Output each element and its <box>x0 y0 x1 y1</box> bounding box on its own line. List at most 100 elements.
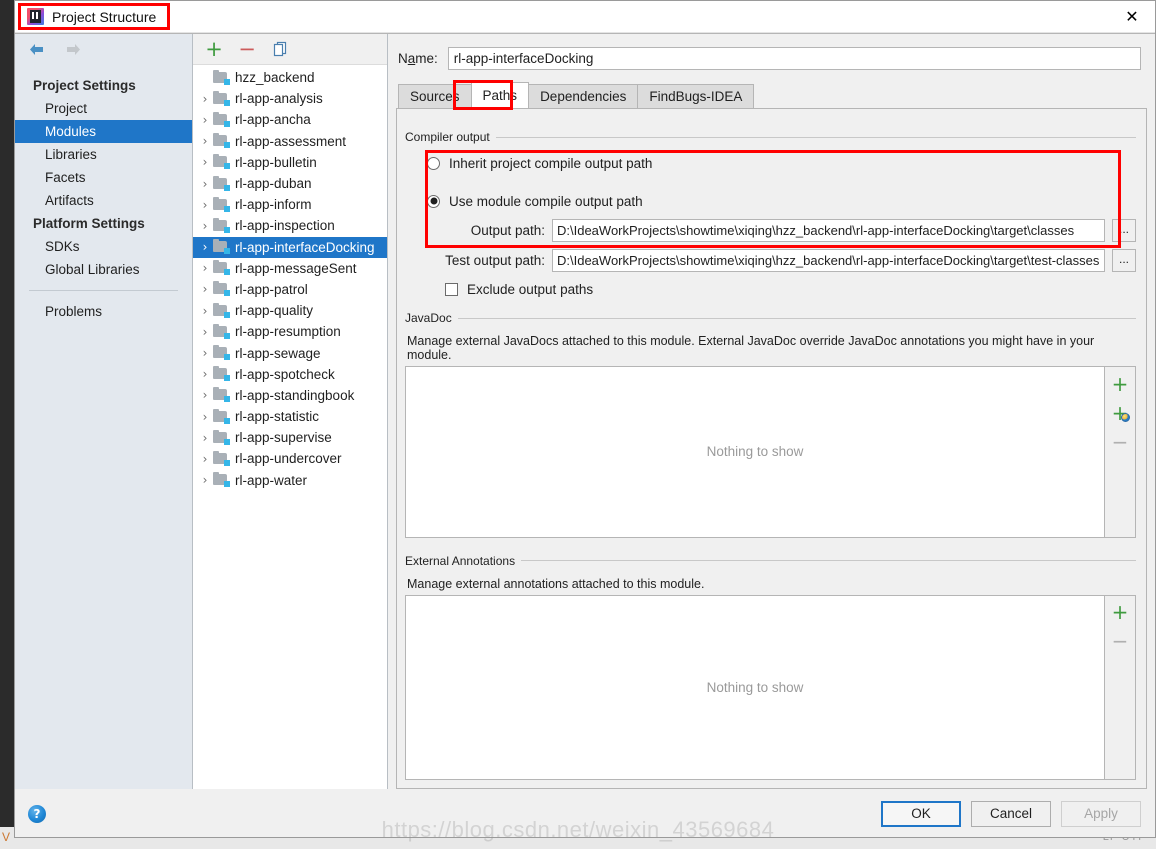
module-list-item[interactable]: ›hzz_backend <box>193 67 387 88</box>
sidebar-item-project[interactable]: Project <box>15 97 192 120</box>
exclude-output-paths-label: Exclude output paths <box>467 282 594 297</box>
test-output-path-input[interactable] <box>552 249 1105 272</box>
javadoc-remove-button: − <box>1111 429 1129 454</box>
modules-list[interactable]: ›hzz_backend›rl-app-analysis›rl-app-anch… <box>193 65 387 789</box>
sidebar-item-libraries[interactable]: Libraries <box>15 143 192 166</box>
chevron-right-icon[interactable]: › <box>197 346 213 360</box>
test-output-path-row: Test output path: ... <box>405 249 1136 272</box>
chevron-right-icon[interactable]: › <box>197 452 213 466</box>
module-name-input[interactable] <box>447 47 1141 70</box>
javadoc-add-url-button[interactable]: + <box>1107 401 1133 424</box>
javadoc-list[interactable]: Nothing to show <box>405 366 1105 538</box>
module-list-item-label: rl-app-assessment <box>235 133 347 149</box>
module-list-item[interactable]: › rl-app-quality <box>193 300 387 321</box>
chevron-right-icon[interactable]: › <box>197 219 213 233</box>
chevron-right-icon[interactable]: › <box>197 92 213 106</box>
module-editor-pane: Name: Sources Paths Dependencies FindBug… <box>388 34 1155 789</box>
ok-button[interactable]: OK <box>881 800 961 827</box>
chevron-right-icon[interactable]: › <box>197 473 213 487</box>
module-name-label: Name: <box>398 51 438 66</box>
output-path-input[interactable] <box>552 219 1105 242</box>
module-list-item-label: rl-app-undercover <box>235 451 342 467</box>
module-list-item[interactable]: › rl-app-sewage <box>193 342 387 363</box>
chevron-right-icon[interactable]: › <box>197 177 213 191</box>
module-folder-icon <box>213 366 230 382</box>
close-icon[interactable]: ✕ <box>1109 1 1155 32</box>
chevron-right-icon[interactable]: › <box>197 240 213 254</box>
module-list-item[interactable]: › rl-app-resumption <box>193 321 387 342</box>
module-list-item[interactable]: › rl-app-undercover <box>193 448 387 469</box>
module-list-item[interactable]: › rl-app-assessment <box>193 131 387 152</box>
chevron-right-icon[interactable]: › <box>197 367 213 381</box>
use-module-output-path-option[interactable]: Use module compile output path <box>427 190 1136 212</box>
sidebar-item-global-libraries[interactable]: Global Libraries <box>15 258 192 281</box>
chevron-right-icon[interactable]: › <box>197 431 213 445</box>
sidebar-item-facets[interactable]: Facets <box>15 166 192 189</box>
tab-paths[interactable]: Paths <box>470 82 530 108</box>
module-list-item[interactable]: › rl-app-standingbook <box>193 385 387 406</box>
module-list-item[interactable]: › rl-app-interfaceDocking <box>193 236 387 258</box>
javadoc-title-text: JavaDoc <box>405 311 452 325</box>
sidebar-divider <box>29 290 178 291</box>
chevron-right-icon[interactable]: › <box>197 155 213 169</box>
chevron-right-icon[interactable]: › <box>197 113 213 127</box>
remove-module-button[interactable]: − <box>236 38 258 60</box>
inherit-output-path-option[interactable]: Inherit project compile output path <box>427 152 1136 174</box>
help-icon[interactable]: ? <box>28 804 46 823</box>
module-list-item[interactable]: › rl-app-water <box>193 470 387 491</box>
module-list-item[interactable]: › rl-app-statistic <box>193 406 387 427</box>
chevron-right-icon[interactable]: › <box>197 282 213 296</box>
module-folder-icon <box>213 323 230 339</box>
chevron-right-icon[interactable]: › <box>197 410 213 424</box>
output-path-browse-button[interactable]: ... <box>1112 219 1136 242</box>
annotations-add-button[interactable]: + <box>1107 601 1133 624</box>
external-annotations-list[interactable]: Nothing to show <box>405 594 1105 780</box>
globe-icon <box>1121 413 1130 422</box>
use-module-output-radio[interactable] <box>427 194 440 208</box>
sidebar-nav-bar <box>15 34 192 64</box>
javadoc-actions: + + − <box>1105 366 1136 538</box>
exclude-output-paths-checkbox[interactable] <box>445 283 458 296</box>
chevron-right-icon[interactable]: › <box>197 388 213 402</box>
external-annotations-section: External Annotations Manage external ann… <box>405 554 1136 785</box>
exclude-output-paths-option[interactable]: Exclude output paths <box>445 282 1136 297</box>
inherit-output-radio[interactable] <box>427 156 440 170</box>
module-list-item-label: hzz_backend <box>235 70 315 86</box>
module-folder-icon <box>213 387 230 403</box>
module-list-item[interactable]: › rl-app-inform <box>193 194 387 215</box>
compiler-output-section: Compiler output Inherit project compile … <box>405 118 1136 297</box>
ide-status-left-text: V <box>2 830 11 844</box>
cancel-button[interactable]: Cancel <box>971 800 1051 827</box>
arrow-left-icon[interactable] <box>27 42 46 57</box>
module-list-item[interactable]: › rl-app-ancha <box>193 109 387 130</box>
test-output-path-browse-button[interactable]: ... <box>1112 249 1136 272</box>
module-list-item[interactable]: › rl-app-bulletin <box>193 152 387 173</box>
module-list-item-label: rl-app-bulletin <box>235 154 317 170</box>
module-list-item[interactable]: › rl-app-analysis <box>193 88 387 109</box>
sidebar-item-modules[interactable]: Modules <box>15 120 192 143</box>
module-list-item[interactable]: › rl-app-spotcheck <box>193 364 387 385</box>
chevron-right-icon[interactable]: › <box>197 198 213 212</box>
module-list-item[interactable]: › rl-app-inspection <box>193 215 387 236</box>
chevron-right-icon[interactable]: › <box>197 261 213 275</box>
javadoc-section-title: JavaDoc <box>405 311 1136 325</box>
module-folder-icon <box>213 154 230 170</box>
module-list-item[interactable]: › rl-app-messageSent <box>193 258 387 279</box>
tab-findbugs-idea[interactable]: FindBugs-IDEA <box>637 84 755 108</box>
add-module-button[interactable]: + <box>203 38 225 60</box>
copy-module-button[interactable] <box>269 38 291 60</box>
modules-toolbar: + − <box>193 34 387 65</box>
javadoc-add-button[interactable]: + <box>1107 372 1133 395</box>
tab-dependencies[interactable]: Dependencies <box>528 84 639 108</box>
tab-sources[interactable]: Sources <box>398 84 472 108</box>
chevron-right-icon[interactable]: › <box>197 304 213 318</box>
sidebar-item-problems[interactable]: Problems <box>15 300 192 323</box>
chevron-right-icon[interactable]: › <box>197 325 213 339</box>
module-list-item[interactable]: › rl-app-patrol <box>193 279 387 300</box>
module-list-item[interactable]: › rl-app-supervise <box>193 427 387 448</box>
sidebar-item-sdks[interactable]: SDKs <box>15 235 192 258</box>
inherit-output-label: Inherit project compile output path <box>449 155 653 171</box>
chevron-right-icon[interactable]: › <box>197 134 213 148</box>
module-list-item[interactable]: › rl-app-duban <box>193 173 387 194</box>
sidebar-item-artifacts[interactable]: Artifacts <box>15 189 192 212</box>
